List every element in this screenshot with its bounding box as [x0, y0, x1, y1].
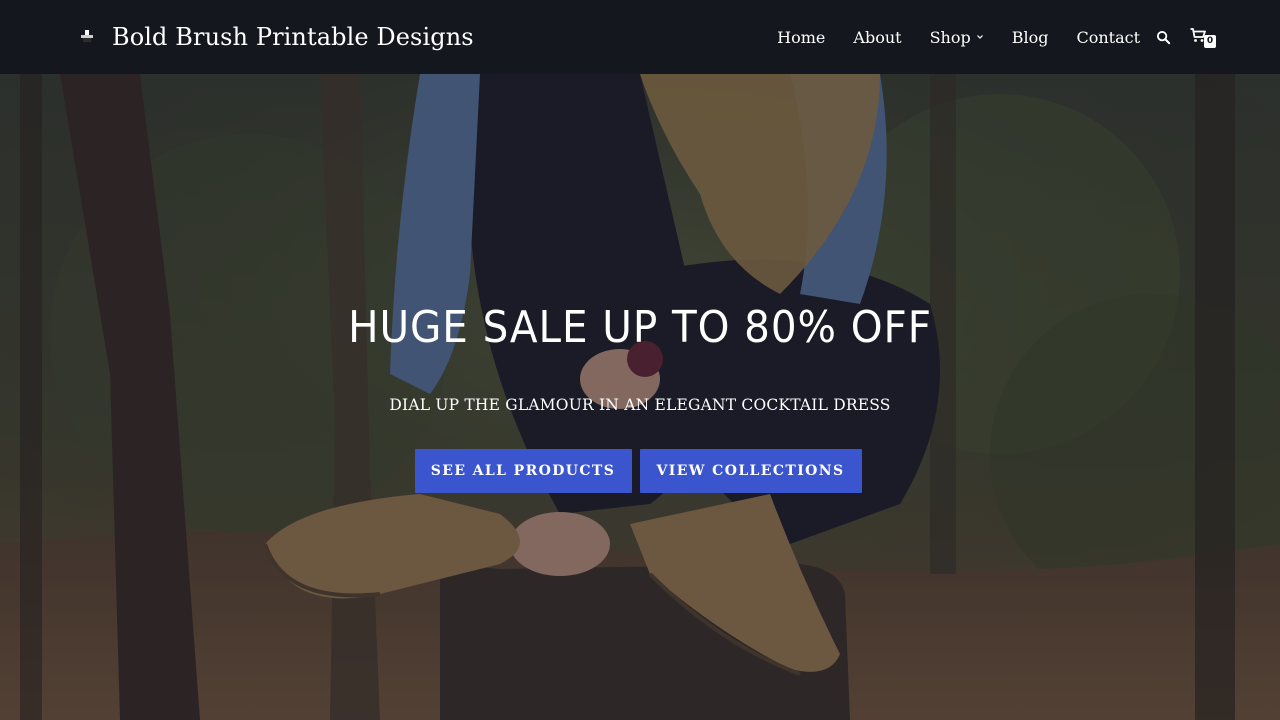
site-logo-icon[interactable] — [78, 28, 96, 46]
hero-title: HUGE SALE UP TO 80% OFF — [348, 302, 932, 353]
nav-item-blog[interactable]: Blog — [1012, 28, 1049, 47]
search-icon[interactable] — [1154, 28, 1172, 46]
hero-subtitle: DIAL UP THE GLAMOUR IN AN ELEGANT COCKTA… — [389, 396, 891, 414]
nav-item-shop[interactable]: Shop — [930, 28, 984, 47]
site-header: Bold Brush Printable Designs Home About … — [0, 0, 1280, 74]
nav-item-label: Shop — [929, 27, 971, 47]
cart-count-badge: 0 — [1204, 35, 1216, 48]
brand[interactable]: Bold Brush Printable Designs — [78, 0, 474, 74]
chevron-down-icon — [976, 33, 984, 41]
hero-section: HUGE SALE UP TO 80% OFF DIAL UP THE GLAM… — [0, 74, 1280, 720]
nav-item-label: Contact — [1076, 27, 1140, 47]
nav-item-home[interactable]: Home — [777, 28, 825, 47]
nav-item-label: Home — [777, 27, 826, 47]
nav-item-about[interactable]: About — [853, 28, 901, 47]
hero-content: HUGE SALE UP TO 80% OFF DIAL UP THE GLAM… — [0, 74, 1280, 720]
nav-item-label: About — [853, 27, 902, 47]
nav-item-contact[interactable]: Contact — [1076, 28, 1140, 47]
hero-buttons: SEE ALL PRODUCTS VIEW COLLECTIONS — [0, 449, 1280, 493]
cart-button[interactable]: 0 — [1190, 25, 1216, 49]
view-collections-button[interactable]: VIEW COLLECTIONS — [639, 449, 862, 493]
site-title[interactable]: Bold Brush Printable Designs — [112, 23, 474, 51]
see-all-products-button[interactable]: SEE ALL PRODUCTS — [414, 449, 632, 493]
nav-item-label: Blog — [1011, 27, 1049, 47]
main-nav: Home About Shop Blog Contact 0 — [777, 0, 1216, 74]
